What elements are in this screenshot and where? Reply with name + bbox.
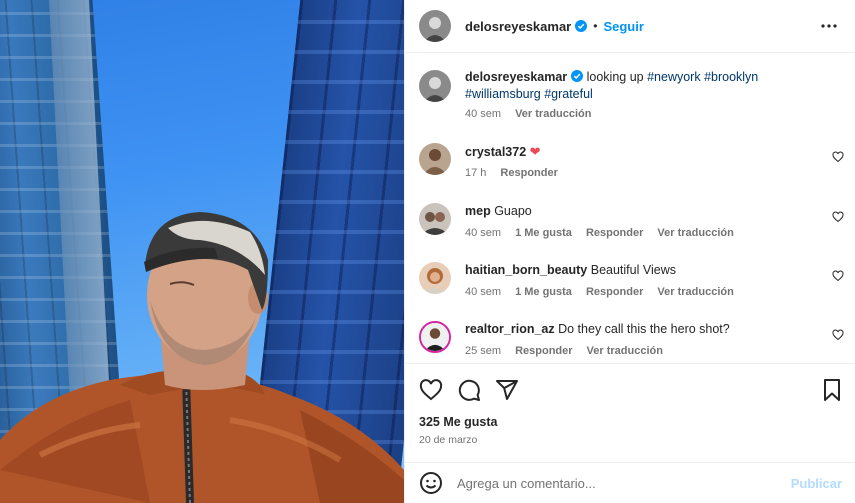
comment-meta: 40 sem 1 Me gusta Responder Ver traducci… [465, 286, 734, 298]
emoji-icon[interactable] [419, 471, 443, 495]
heart-icon[interactable] [419, 378, 443, 402]
reply-link[interactable]: Responder [500, 167, 557, 179]
reply-link[interactable]: Responder [586, 227, 643, 239]
comment-text: crystal372 ❤ [465, 143, 820, 161]
publish-button[interactable]: Publicar [791, 476, 842, 491]
comment-likes[interactable]: 1 Me gusta [515, 227, 572, 239]
commenter-avatar[interactable] [419, 262, 451, 294]
author-avatar[interactable] [419, 70, 451, 102]
author-avatar[interactable] [419, 10, 451, 42]
share-icon[interactable] [495, 378, 519, 402]
comment-like-heart-icon[interactable] [832, 270, 844, 282]
comment-username[interactable]: crystal372 [465, 145, 526, 159]
comment-like-heart-icon[interactable] [832, 211, 844, 223]
post-image[interactable] [0, 0, 404, 503]
comment-like-heart-icon[interactable] [832, 329, 844, 341]
post-header: delosreyeskamar • Seguir [405, 0, 855, 53]
comment-like-heart-icon[interactable] [832, 151, 844, 163]
post-details-panel: delosreyeskamar • Seguir delosreyeskamar… [404, 0, 855, 503]
comment-icon[interactable] [457, 378, 481, 402]
red-heart-emoji: ❤ [529, 144, 541, 159]
separator-dot: • [593, 19, 598, 33]
caption-text: delosreyeskamar looking up #newyork #bro… [465, 69, 820, 103]
add-comment-bar: Publicar [405, 462, 855, 503]
post-date: 20 de marzo [419, 434, 478, 446]
more-options-icon[interactable] [817, 14, 841, 38]
caption-meta: 40 sem Ver traducción [465, 108, 592, 120]
comment-username[interactable]: haitian_born_beauty [465, 263, 587, 277]
comment-time[interactable]: 25 sem [465, 345, 501, 357]
verified-badge-icon [571, 70, 584, 82]
comment-meta: 17 h Responder [465, 167, 558, 179]
comment-likes[interactable]: 1 Me gusta [515, 286, 572, 298]
follow-button[interactable]: Seguir [603, 19, 643, 34]
comment-time[interactable]: 17 h [465, 167, 486, 179]
bookmark-icon[interactable] [820, 378, 844, 402]
comment-text: realtor_rion_az Do they call this the he… [465, 321, 820, 338]
comment-meta: 40 sem 1 Me gusta Responder Ver traducci… [465, 227, 734, 239]
comment-text: mep Guapo [465, 203, 820, 220]
reply-link[interactable]: Responder [586, 286, 643, 298]
comment-time[interactable]: 40 sem [465, 227, 501, 239]
author-username[interactable]: delosreyeskamar [465, 19, 571, 34]
likes-count[interactable]: 325 Me gusta [419, 415, 498, 429]
action-icons [419, 378, 519, 402]
verified-badge-icon [575, 20, 588, 32]
caption-translate-link[interactable]: Ver traducción [515, 108, 591, 120]
hashtags-line-2[interactable]: #williamsburg #grateful [465, 87, 593, 101]
comment-text: haitian_born_beauty Beautiful Views [465, 262, 820, 279]
comment-username[interactable]: realtor_rion_az [465, 322, 555, 336]
commenter-avatar-story-ring[interactable] [419, 321, 451, 353]
caption-body: looking up [583, 70, 648, 84]
reply-link[interactable]: Responder [515, 345, 572, 357]
translate-link[interactable]: Ver traducción [657, 286, 733, 298]
comment-meta: 25 sem Responder Ver traducción [465, 345, 663, 357]
person-figure [0, 212, 404, 503]
caption-username[interactable]: delosreyeskamar [465, 70, 567, 84]
hashtags-line-1[interactable]: #newyork #brooklyn [647, 70, 758, 84]
comment-body: Do they call this the hero shot? [558, 322, 730, 336]
comment-body: Beautiful Views [590, 263, 676, 277]
comment-input[interactable] [457, 475, 791, 491]
comment-body: Guapo [494, 204, 532, 218]
post-actions: 325 Me gusta 20 de marzo [405, 363, 855, 446]
commenter-avatar[interactable] [419, 203, 451, 235]
comment-username[interactable]: mep [465, 204, 491, 218]
comment-time[interactable]: 40 sem [465, 286, 501, 298]
commenter-avatar[interactable] [419, 143, 451, 175]
translate-link[interactable]: Ver traducción [587, 345, 663, 357]
caption-time[interactable]: 40 sem [465, 108, 501, 120]
translate-link[interactable]: Ver traducción [657, 227, 733, 239]
comments-list[interactable]: delosreyeskamar looking up #newyork #bro… [405, 54, 855, 363]
